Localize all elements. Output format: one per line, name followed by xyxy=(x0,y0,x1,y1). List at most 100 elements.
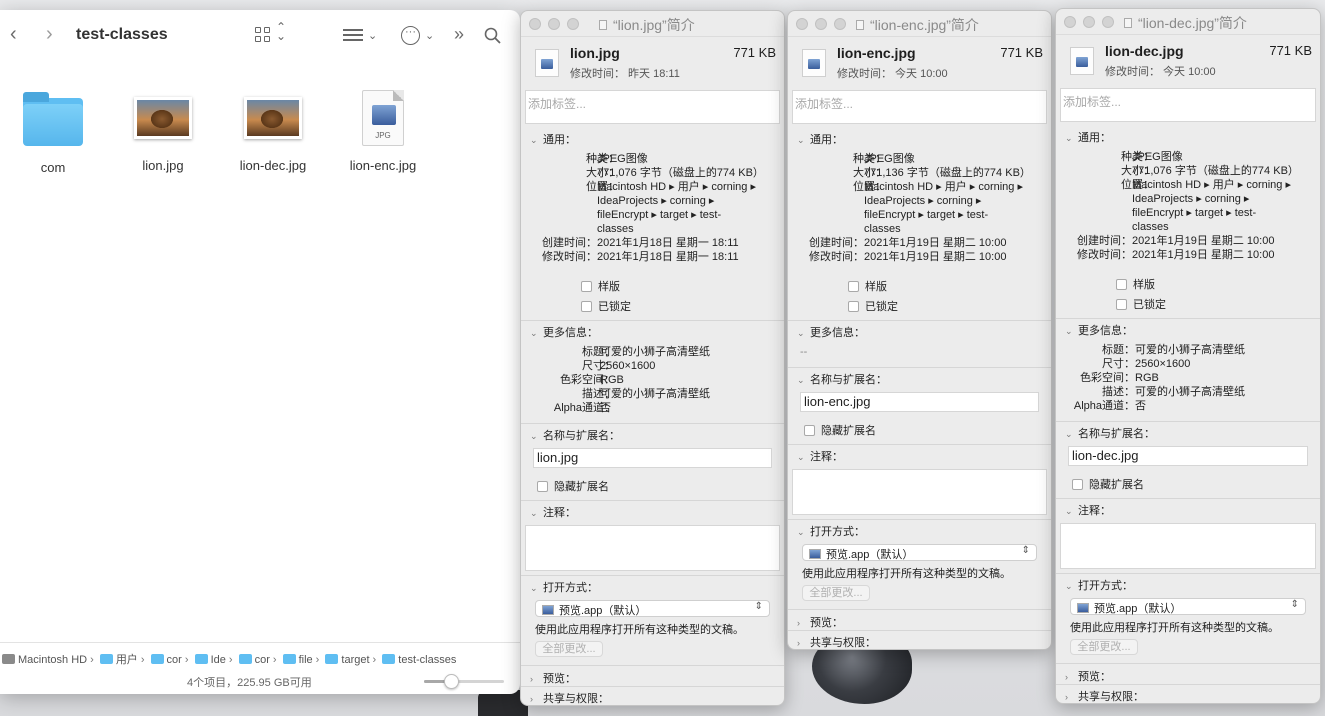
section-open-with[interactable]: ⌄ 打开方式： xyxy=(1065,577,1133,593)
minimize-button[interactable] xyxy=(1083,16,1095,28)
view-updown-icon[interactable]: ⌃ ⌄ xyxy=(276,21,286,42)
divider xyxy=(788,519,1051,520)
tags-input[interactable]: 添加标签... xyxy=(525,90,780,124)
section-open-with[interactable]: ⌄ 打开方式： xyxy=(797,523,865,539)
name-field[interactable]: lion-dec.jpg xyxy=(1068,446,1308,466)
disclosure-down-icon: ⌄ xyxy=(1065,326,1073,336)
name-field[interactable]: lion-enc.jpg xyxy=(800,392,1039,412)
change-all-button[interactable]: 全部更改... xyxy=(802,585,870,601)
locked-checkbox[interactable]: 已锁定 xyxy=(581,298,631,314)
file-name: lion-enc.jpg xyxy=(837,45,916,61)
open-with-select[interactable]: 预览.app（默认） ⇕ xyxy=(802,544,1037,561)
comments-textarea[interactable] xyxy=(792,469,1047,515)
disclosure-down-icon: ⌄ xyxy=(797,328,805,338)
path-crumb[interactable]: Macintosh HD › xyxy=(2,654,94,666)
hard-disk-icon xyxy=(2,654,15,664)
section-name-extension[interactable]: ⌄ 名称与扩展名： xyxy=(797,371,887,387)
minimize-button[interactable] xyxy=(548,18,560,30)
hide-extension-checkbox[interactable]: 隐藏扩展名 xyxy=(804,422,876,438)
file-item-image[interactable]: lion.jpg xyxy=(113,97,213,173)
search-icon[interactable] xyxy=(484,27,501,49)
path-crumb[interactable]: file › xyxy=(282,654,319,666)
section-preview[interactable]: › 预览： xyxy=(530,670,576,686)
locked-checkbox[interactable]: 已锁定 xyxy=(848,298,898,314)
open-with-select[interactable]: 预览.app（默认） ⇕ xyxy=(535,600,770,617)
section-open-with[interactable]: ⌄ 打开方式： xyxy=(530,579,598,595)
section-preview[interactable]: › 预览： xyxy=(797,614,843,630)
slider-knob[interactable] xyxy=(443,674,459,689)
icon-size-slider[interactable] xyxy=(424,674,504,689)
section-name-extension[interactable]: ⌄ 名称与扩展名： xyxy=(530,427,620,443)
stationery-checkbox[interactable]: 样版 xyxy=(581,278,620,294)
disclosure-down-icon: ⌄ xyxy=(530,583,538,593)
name-field[interactable]: lion.jpg xyxy=(533,448,772,468)
section-comments[interactable]: ⌄ 注释： xyxy=(1065,502,1111,518)
zoom-button[interactable] xyxy=(834,18,846,30)
path-crumb[interactable]: Ide › xyxy=(194,654,233,666)
info-title: “lion.jpg”简介 xyxy=(599,15,695,35)
toolbar-overflow-icon[interactable]: » xyxy=(454,24,464,45)
preview-app-icon xyxy=(809,549,821,559)
group-chevron-down-icon[interactable]: ⌄ xyxy=(368,29,377,42)
group-by-icon[interactable] xyxy=(343,29,363,43)
icon-view-grid-icon[interactable] xyxy=(255,27,271,43)
path-crumb[interactable]: target › xyxy=(325,654,376,666)
file-name: lion-dec.jpg xyxy=(1105,43,1184,59)
folder-icon xyxy=(325,654,339,664)
section-more-info[interactable]: ⌄ 更多信息： xyxy=(530,324,598,340)
section-more-info[interactable]: ⌄ 更多信息： xyxy=(1065,322,1133,338)
stationery-checkbox[interactable]: 样版 xyxy=(1116,276,1155,292)
disclosure-down-icon: ⌄ xyxy=(797,375,805,385)
change-all-button[interactable]: 全部更改... xyxy=(535,641,603,657)
change-all-button[interactable]: 全部更改... xyxy=(1070,639,1138,655)
disclosure-right-icon: › xyxy=(1065,672,1068,682)
path-crumb[interactable]: cor › xyxy=(150,654,189,666)
open-with-select[interactable]: 预览.app（默认） ⇕ xyxy=(1070,598,1306,615)
zoom-button[interactable] xyxy=(1102,16,1114,28)
minimize-button[interactable] xyxy=(815,18,827,30)
path-crumb[interactable]: cor › xyxy=(238,654,277,666)
path-crumb[interactable]: test-classes xyxy=(382,654,456,666)
close-button[interactable] xyxy=(529,18,541,30)
locked-checkbox[interactable]: 已锁定 xyxy=(1116,296,1166,312)
section-sharing[interactable]: › 共享与权限： xyxy=(1065,688,1144,703)
zoom-button[interactable] xyxy=(567,18,579,30)
file-item-image[interactable]: lion-dec.jpg xyxy=(223,97,323,173)
back-chevron-icon[interactable]: ‹ xyxy=(10,23,17,46)
divider xyxy=(521,423,784,424)
section-comments[interactable]: ⌄ 注释： xyxy=(797,448,843,464)
info-header: lion.jpg 771 KB 修改时间： 昨天 18:11 xyxy=(521,41,784,91)
close-button[interactable] xyxy=(796,18,808,30)
comments-textarea[interactable] xyxy=(525,525,780,571)
section-sharing[interactable]: › 共享与权限： xyxy=(530,690,609,705)
hide-extension-checkbox[interactable]: 隐藏扩展名 xyxy=(537,478,609,494)
section-general[interactable]: ⌄ 通用： xyxy=(1065,129,1111,145)
section-comments[interactable]: ⌄ 注释： xyxy=(530,504,576,520)
close-button[interactable] xyxy=(1064,16,1076,28)
info-header: lion-dec.jpg 771 KB 修改时间： 今天 10:00 xyxy=(1056,39,1320,89)
section-more-info[interactable]: ⌄ 更多信息： xyxy=(797,324,865,340)
file-item-folder[interactable]: com xyxy=(3,92,103,175)
comments-textarea[interactable] xyxy=(1060,523,1316,569)
open-with-description: 使用此应用程序打开所有这种类型的文稿。 xyxy=(1070,622,1279,634)
finder-content: com lion.jpg lion-dec.jpg JPG lion-enc.j… xyxy=(0,62,520,632)
section-general[interactable]: ⌄ 通用： xyxy=(797,131,843,147)
path-crumb[interactable]: 用户 › xyxy=(99,651,144,666)
more-chevron-down-icon[interactable]: ⌄ xyxy=(425,29,434,42)
stationery-checkbox[interactable]: 样版 xyxy=(848,278,887,294)
select-arrows-icon: ⇕ xyxy=(754,601,763,612)
tags-input[interactable]: 添加标签... xyxy=(1060,88,1316,122)
forward-chevron-icon[interactable]: › xyxy=(46,23,53,46)
more-actions-icon[interactable]: ··· xyxy=(401,26,420,45)
jpg-file-icon xyxy=(535,49,559,77)
image-thumbnail-icon xyxy=(134,97,192,139)
section-name-extension[interactable]: ⌄ 名称与扩展名： xyxy=(1065,425,1155,441)
hide-extension-checkbox[interactable]: 隐藏扩展名 xyxy=(1072,476,1144,492)
section-preview[interactable]: › 预览： xyxy=(1065,668,1111,684)
info-titlebar: “lion-dec.jpg”简介 xyxy=(1056,9,1320,35)
section-general[interactable]: ⌄ 通用： xyxy=(530,131,576,147)
file-item-jpg[interactable]: JPG lion-enc.jpg xyxy=(333,90,433,173)
tags-input[interactable]: 添加标签... xyxy=(792,90,1047,124)
info-window-lion-dec: “lion-dec.jpg”简介 lion-dec.jpg 771 KB 修改时… xyxy=(1055,8,1321,704)
section-sharing[interactable]: › 共享与权限： xyxy=(797,634,876,649)
